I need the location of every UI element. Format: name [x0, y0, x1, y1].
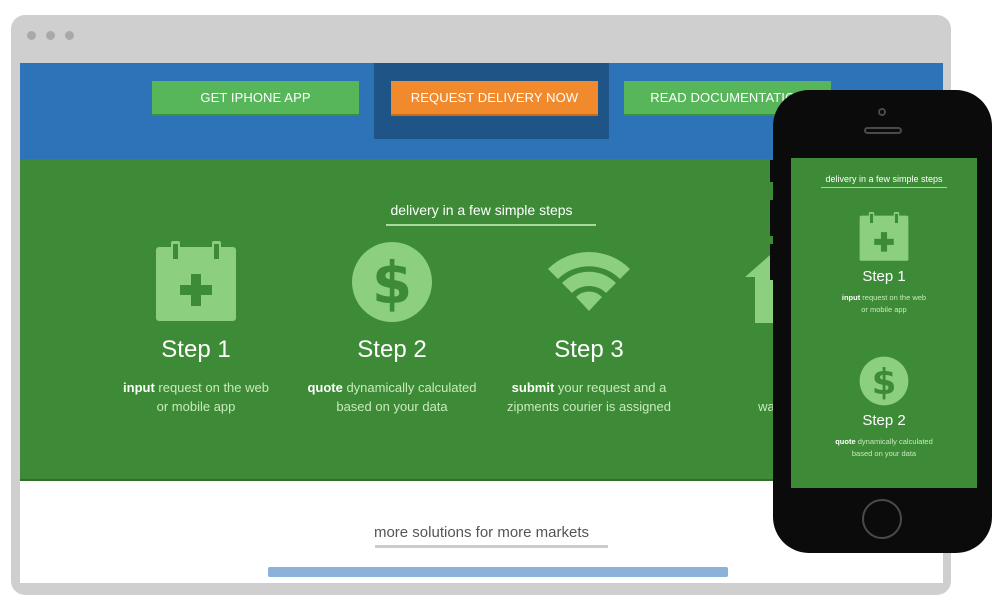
- phone-speaker: [864, 127, 902, 134]
- phone-section-title: delivery in a few simple steps: [825, 174, 943, 184]
- phone-volume-up: [770, 200, 774, 236]
- get-iphone-app-button[interactable]: GET IPHONE APP: [152, 81, 359, 116]
- calendar-plus-icon: [155, 241, 237, 323]
- phone-volume-down: [770, 244, 774, 280]
- svg-text:$: $: [372, 249, 412, 317]
- phone-step-title: Step 1: [862, 268, 906, 285]
- svg-text:$: $: [872, 362, 897, 403]
- step-text-line2: or mobile app: [156, 399, 236, 414]
- phone-home-button[interactable]: [862, 499, 902, 539]
- step-description: submit your request and a zipments couri…: [491, 378, 687, 416]
- cut-off-heading: [268, 567, 728, 577]
- step-keyword: submit: [511, 380, 555, 395]
- dollar-icon: $: [859, 356, 909, 406]
- phone-step-title: Step 2: [862, 412, 906, 429]
- step-text-line2: based on your data: [336, 399, 448, 414]
- phone-mockup: delivery in a few simple steps Step 1 in…: [770, 90, 992, 553]
- step-text-line2: zipments courier is assigned: [506, 399, 672, 414]
- phone-step-text: dynamically calculated: [855, 437, 933, 446]
- step-description: input request on the web or mobile app: [98, 378, 294, 416]
- request-delivery-button[interactable]: REQUEST DELIVERY NOW: [391, 81, 598, 116]
- step-title: Step 3: [554, 336, 624, 363]
- step-keyword: input: [123, 380, 155, 395]
- step-1: Step 1 input request on the web or mobil…: [98, 241, 294, 416]
- phone-step-keyword: input: [841, 293, 861, 302]
- phone-mute-switch: [770, 160, 774, 182]
- phone-step-text-line2: or mobile app: [861, 305, 907, 314]
- step-title: Step 2: [357, 336, 427, 363]
- step-text: your request and a: [554, 380, 667, 395]
- phone-step-description: quote dynamically calculated based on yo…: [791, 436, 977, 460]
- step-description: quote dynamically calculated based on yo…: [294, 378, 490, 416]
- wifi-icon: [548, 241, 630, 323]
- step-keyword: quote: [307, 380, 343, 395]
- step-text: request on the web: [154, 380, 269, 395]
- step-title: Step 1: [161, 336, 231, 363]
- step-text: dynamically calculated: [342, 380, 477, 395]
- phone-step-2: $ Step 2 quote dynamically calculated ba…: [791, 356, 977, 460]
- step-3: Step 3 submit your request and a zipment…: [491, 241, 687, 416]
- more-solutions-underline: [375, 545, 608, 548]
- step-2: $ Step 2 quote dynamically calculated ba…: [294, 241, 490, 416]
- window-dot-icon: [27, 31, 36, 40]
- phone-camera-icon: [878, 108, 886, 116]
- phone-step-description: input request on the web or mobile app: [791, 292, 977, 316]
- calendar-plus-icon: [859, 212, 909, 262]
- phone-step-text-line2: based on your data: [851, 449, 917, 458]
- title-underline: [386, 224, 596, 226]
- phone-step-keyword: quote: [835, 437, 856, 446]
- window-dot-icon: [46, 31, 55, 40]
- dollar-icon: $: [351, 241, 433, 323]
- phone-step-text: request on the web: [860, 293, 927, 302]
- phone-title-underline: [821, 187, 947, 188]
- window-dot-icon: [65, 31, 74, 40]
- phone-screen: delivery in a few simple steps Step 1 in…: [791, 158, 977, 488]
- phone-step-1: Step 1 input request on the web or mobil…: [791, 212, 977, 316]
